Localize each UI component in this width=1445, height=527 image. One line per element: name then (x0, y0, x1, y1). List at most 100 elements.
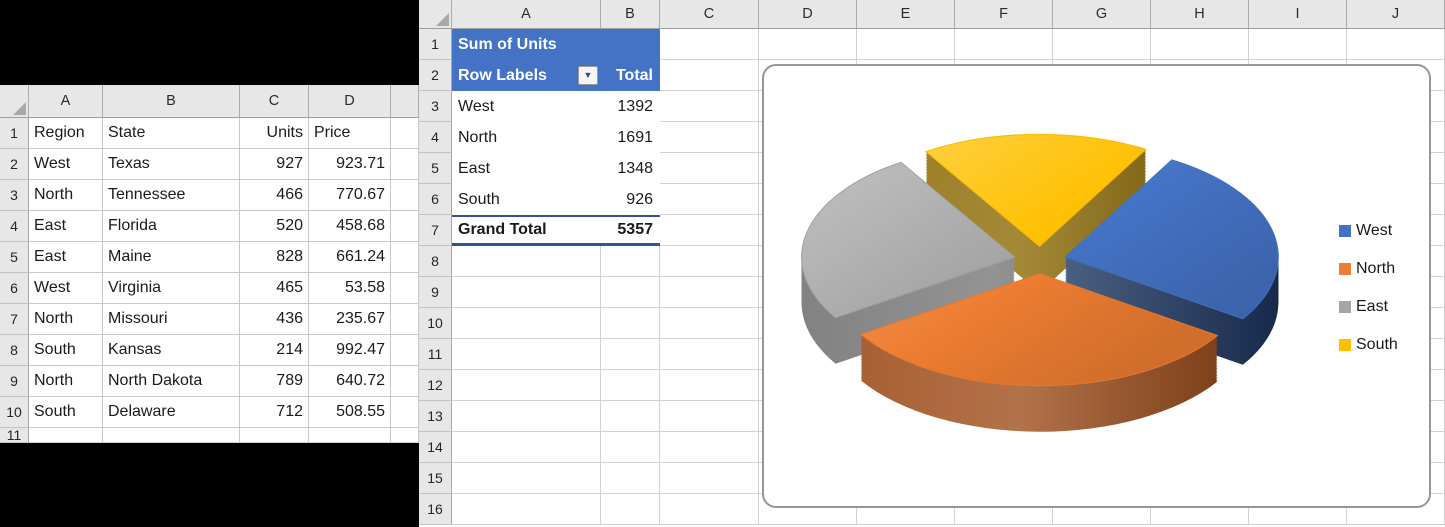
column-header-J[interactable]: J (1347, 0, 1445, 29)
select-all-corner[interactable] (0, 85, 29, 118)
row-number[interactable]: 5 (0, 242, 29, 273)
cell[interactable] (452, 432, 601, 463)
cell[interactable]: 789 (240, 366, 309, 397)
cell[interactable]: East (29, 211, 103, 242)
cell[interactable]: North (29, 304, 103, 335)
cell[interactable] (1053, 29, 1151, 60)
cell[interactable]: Texas (103, 149, 240, 180)
cell[interactable] (601, 246, 660, 277)
cell[interactable] (601, 339, 660, 370)
column-header-H[interactable]: H (1151, 0, 1249, 29)
cell[interactable] (29, 428, 103, 443)
cell[interactable]: Delaware (103, 397, 240, 428)
cell[interactable] (601, 370, 660, 401)
cell[interactable] (452, 370, 601, 401)
cell[interactable] (660, 215, 759, 246)
cell[interactable] (660, 494, 759, 525)
cell[interactable] (391, 273, 419, 304)
cell[interactable]: 458.68 (309, 211, 391, 242)
row-number[interactable]: 7 (419, 215, 452, 246)
cell[interactable]: Virginia (103, 273, 240, 304)
cell[interactable] (759, 29, 857, 60)
row-number[interactable]: 3 (419, 91, 452, 122)
cell[interactable] (660, 339, 759, 370)
cell[interactable]: Region (29, 118, 103, 149)
cell[interactable] (103, 428, 240, 443)
row-number[interactable]: 10 (419, 308, 452, 339)
column-header-C[interactable]: C (240, 85, 309, 118)
column-header-I[interactable]: I (1249, 0, 1347, 29)
pivot-title[interactable]: Sum of Units (452, 29, 660, 60)
cell[interactable] (240, 428, 309, 443)
cell[interactable]: South (29, 397, 103, 428)
legend-item-west[interactable]: West (1339, 212, 1398, 250)
cell[interactable]: 992.47 (309, 335, 391, 366)
cell[interactable] (452, 308, 601, 339)
cell[interactable] (601, 463, 660, 494)
chart-area[interactable]: WestNorthEastSouth (762, 64, 1431, 508)
cell[interactable] (452, 277, 601, 308)
pivot-row-label[interactable]: South (452, 184, 601, 215)
column-header-F[interactable]: F (955, 0, 1053, 29)
cell[interactable]: 712 (240, 397, 309, 428)
cell[interactable]: Maine (103, 242, 240, 273)
cell[interactable] (660, 463, 759, 494)
column-header-A[interactable]: A (29, 85, 103, 118)
row-number[interactable]: 9 (0, 366, 29, 397)
cell[interactable] (309, 428, 391, 443)
cell[interactable] (601, 277, 660, 308)
row-number[interactable]: 16 (419, 494, 452, 525)
legend-item-north[interactable]: North (1339, 250, 1398, 288)
cell[interactable]: Missouri (103, 304, 240, 335)
cell[interactable]: 923.71 (309, 149, 391, 180)
pivot-row-label[interactable]: East (452, 153, 601, 184)
row-number[interactable]: 10 (0, 397, 29, 428)
pivot-row-total[interactable]: 1392 (601, 91, 660, 122)
row-number[interactable]: 2 (0, 149, 29, 180)
cell[interactable] (391, 304, 419, 335)
column-header-D[interactable]: D (759, 0, 857, 29)
cell[interactable] (660, 370, 759, 401)
cell[interactable]: 466 (240, 180, 309, 211)
cell[interactable] (955, 29, 1053, 60)
cell[interactable] (1151, 29, 1249, 60)
legend-item-east[interactable]: East (1339, 288, 1398, 326)
cell[interactable]: Kansas (103, 335, 240, 366)
cell[interactable] (660, 246, 759, 277)
row-number[interactable]: 6 (419, 184, 452, 215)
cell[interactable]: West (29, 149, 103, 180)
cell[interactable] (452, 401, 601, 432)
column-header-E[interactable]: E (857, 0, 955, 29)
cell[interactable]: 640.72 (309, 366, 391, 397)
cell[interactable]: 770.67 (309, 180, 391, 211)
row-number[interactable]: 11 (419, 339, 452, 370)
cell[interactable] (391, 118, 419, 149)
cell[interactable] (601, 432, 660, 463)
cell[interactable]: 508.55 (309, 397, 391, 428)
cell[interactable]: 927 (240, 149, 309, 180)
row-labels-header-cell[interactable]: Row Labels ▼ (452, 60, 601, 91)
cell[interactable]: Florida (103, 211, 240, 242)
row-number[interactable]: 13 (419, 401, 452, 432)
cell[interactable]: 53.58 (309, 273, 391, 304)
cell[interactable]: Tennessee (103, 180, 240, 211)
grand-total-value[interactable]: 5357 (601, 217, 660, 243)
row-number[interactable]: 14 (419, 432, 452, 463)
cell[interactable] (601, 494, 660, 525)
cell[interactable] (857, 29, 955, 60)
cell[interactable] (660, 401, 759, 432)
row-number[interactable]: 5 (419, 153, 452, 184)
row-number[interactable]: 1 (419, 29, 452, 60)
row-number[interactable]: 9 (419, 277, 452, 308)
row-number[interactable]: 2 (419, 60, 452, 91)
cell[interactable]: 828 (240, 242, 309, 273)
cell[interactable] (391, 180, 419, 211)
column-header-B[interactable]: B (601, 0, 660, 29)
cell[interactable]: West (29, 273, 103, 304)
cell[interactable] (660, 122, 759, 153)
cell[interactable] (391, 242, 419, 273)
row-number[interactable]: 8 (419, 246, 452, 277)
cell[interactable] (391, 397, 419, 428)
row-number[interactable]: 12 (419, 370, 452, 401)
cell[interactable]: 465 (240, 273, 309, 304)
